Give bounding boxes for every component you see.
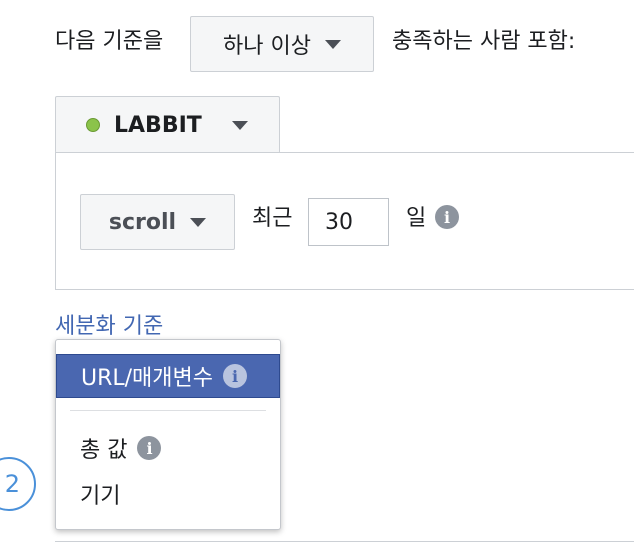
menu-item-total-value[interactable]: 총 값 i: [56, 428, 280, 468]
refine-by-link[interactable]: 세분화 기준: [55, 308, 163, 340]
criteria-suffix: 충족하는 사람 포함:: [392, 29, 576, 54]
days-unit-label: 일: [406, 206, 427, 231]
event-select[interactable]: scroll: [80, 194, 235, 250]
match-type-label: 하나 이상: [223, 34, 311, 59]
pixel-source-name: LABBIT: [114, 112, 202, 138]
menu-item-label: 기기: [80, 484, 121, 509]
menu-item-label: 총 값: [80, 438, 128, 463]
status-dot-icon: [86, 118, 100, 132]
refine-dropdown-menu: URL/매개변수 i 총 값 i 기기: [55, 339, 281, 530]
match-type-select[interactable]: 하나 이상: [190, 16, 374, 72]
audience-rule-editor: 다음 기준을 하나 이상 충족하는 사람 포함: LABBIT scroll 최…: [0, 0, 634, 546]
criteria-prefix: 다음 기준을: [55, 29, 164, 54]
divider-line: [55, 541, 634, 542]
chevron-down-icon: [190, 217, 207, 227]
menu-item-device[interactable]: 기기: [56, 474, 280, 514]
info-icon[interactable]: i: [435, 205, 459, 229]
recent-label: 최근: [252, 206, 293, 231]
chevron-down-icon: [324, 39, 341, 49]
info-icon[interactable]: i: [223, 364, 248, 388]
pixel-source-select[interactable]: LABBIT: [55, 96, 280, 153]
menu-item-label: URL/매개변수: [81, 366, 214, 391]
info-icon[interactable]: i: [137, 436, 162, 460]
chevron-down-icon: [231, 120, 248, 130]
menu-divider: [70, 410, 266, 411]
step-number-badge: 2: [0, 457, 36, 511]
rule-panel: scroll 최근 30 일 i: [55, 152, 634, 290]
days-input[interactable]: 30: [308, 198, 389, 246]
step-number: 2: [4, 470, 20, 498]
event-select-label: scroll: [108, 209, 177, 235]
menu-item-url-parameter[interactable]: URL/매개변수 i: [56, 354, 280, 398]
